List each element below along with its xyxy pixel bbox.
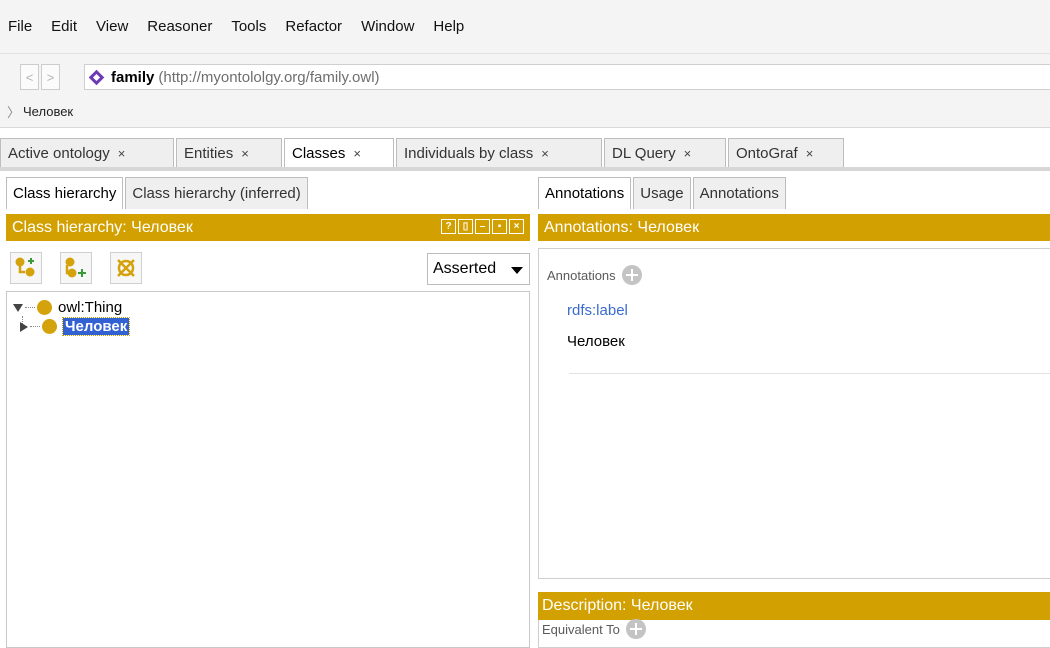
- divider: [569, 373, 1050, 374]
- menu-edit[interactable]: Edit: [51, 18, 77, 35]
- navigation-bar: < > family (http://myontololgy.org/famil…: [0, 54, 1050, 128]
- class-hierarchy-title: Class hierarchy: Человек ? ▯ – ▪ ×: [6, 214, 530, 241]
- chevron-down-icon: [511, 267, 523, 274]
- tab-dl-query[interactable]: DL Query ×: [604, 138, 726, 167]
- close-icon[interactable]: ×: [684, 146, 692, 161]
- float-view-icon[interactable]: ▪: [492, 219, 507, 234]
- tab-active-ontology[interactable]: Active ontology ×: [0, 138, 174, 167]
- tab-annotations-2[interactable]: Annotations: [692, 177, 786, 209]
- help-icon[interactable]: ?: [441, 219, 456, 234]
- chevron-right-icon: 〉: [7, 105, 21, 120]
- tab-label: DL Query: [612, 144, 676, 162]
- ontology-name: family: [111, 68, 155, 86]
- tab-individuals-by-class[interactable]: Individuals by class ×: [396, 138, 602, 167]
- menu-help[interactable]: Help: [433, 18, 464, 35]
- tree-node-chelovek[interactable]: Человек: [20, 317, 131, 336]
- workspace-tab-bar: Active ontology × Entities × Classes × Indi…: [0, 138, 1050, 171]
- class-hierarchy-panel: Class hierarchy Class hierarchy (inferre…: [6, 177, 530, 648]
- tab-classes[interactable]: Classes ×: [284, 138, 394, 167]
- delete-class-button[interactable]: [110, 252, 142, 284]
- back-button[interactable]: <: [20, 64, 39, 90]
- tab-label: Entities: [184, 144, 234, 162]
- tab-class-hierarchy-inferred[interactable]: Class hierarchy (inferred): [125, 177, 308, 209]
- tree-node-owl-thing[interactable]: owl:Thing: [13, 299, 122, 316]
- class-tree: owl:Thing Человек: [6, 291, 530, 648]
- menu-view[interactable]: View: [96, 18, 128, 35]
- add-annotation-icon[interactable]: [621, 265, 642, 285]
- description-title: Description: Человек: [538, 592, 1050, 620]
- tab-label: OntoGraf: [736, 144, 798, 162]
- menu-tools[interactable]: Tools: [231, 18, 266, 35]
- view-buttons: ? ▯ – ▪ ×: [439, 219, 524, 234]
- panel-title: Class hierarchy: Человек: [12, 218, 193, 236]
- add-sibling-class-button[interactable]: [60, 252, 92, 284]
- annotation-value[interactable]: Человек: [567, 333, 625, 350]
- menu-bar: File Edit View Reasoner Tools Refactor W…: [0, 0, 1050, 54]
- panel-title: Annotations: Человек: [544, 218, 700, 236]
- tab-annotations[interactable]: Annotations: [538, 177, 632, 209]
- tree-connector: [30, 326, 40, 327]
- close-icon[interactable]: ×: [118, 146, 126, 161]
- annotations-header: Annotations: [547, 265, 642, 285]
- add-equivalent-icon[interactable]: [625, 619, 646, 639]
- asserted-dropdown[interactable]: Asserted: [427, 253, 530, 285]
- close-view-icon[interactable]: ×: [509, 219, 524, 234]
- tab-label: Individuals by class: [404, 144, 534, 162]
- menu-file[interactable]: File: [8, 18, 32, 35]
- history-buttons: < >: [20, 64, 62, 90]
- dropdown-value: Asserted: [433, 260, 497, 277]
- breadcrumb-item[interactable]: Человек: [23, 104, 73, 119]
- expand-right-icon[interactable]: [20, 321, 28, 332]
- ontology-address[interactable]: family (http://myontololgy.org/family.ow…: [84, 64, 1050, 90]
- forward-button[interactable]: >: [41, 64, 60, 90]
- tab-usage[interactable]: Usage: [633, 177, 691, 209]
- left-subtabs: Class hierarchy Class hierarchy (inferre…: [6, 177, 310, 209]
- add-subclass-button[interactable]: [10, 252, 42, 284]
- panel-title: Description: Человек: [542, 597, 693, 614]
- breadcrumb: 〉 Человек: [7, 102, 73, 121]
- ontology-iri: (http://myontololgy.org/family.owl): [158, 68, 380, 86]
- menu-window[interactable]: Window: [361, 18, 414, 35]
- equivalent-to-header: Equivalent To: [542, 619, 646, 639]
- split-horizontal-icon[interactable]: –: [475, 219, 490, 234]
- ontology-icon: [88, 69, 105, 85]
- tree-connector: [25, 307, 35, 308]
- tree-node-label: owl:Thing: [58, 299, 123, 316]
- delete-class-icon: [117, 259, 135, 277]
- add-sibling-class-icon: [65, 257, 86, 278]
- class-icon: [42, 319, 57, 334]
- split-vertical-icon[interactable]: ▯: [458, 219, 473, 234]
- tab-label: Classes: [292, 144, 346, 162]
- close-icon[interactable]: ×: [241, 146, 249, 161]
- class-icon: [37, 300, 52, 315]
- close-icon[interactable]: ×: [353, 146, 361, 161]
- annotations-box: Annotations rdfs:label Человек: [538, 248, 1050, 579]
- expand-down-icon[interactable]: [13, 303, 23, 312]
- tree-node-label: Человек: [61, 317, 131, 336]
- add-subclass-icon: [15, 257, 35, 277]
- right-subtabs: Annotations Usage Annotations: [538, 177, 788, 209]
- close-icon[interactable]: ×: [806, 146, 814, 161]
- menu-reasoner[interactable]: Reasoner: [147, 18, 212, 35]
- tab-label: Active ontology: [8, 144, 110, 162]
- annotations-panel: Annotations Usage Annotations Annotation…: [538, 177, 1050, 648]
- annotations-title: Annotations: Человек: [538, 214, 1050, 241]
- annotations-label: Annotations: [547, 267, 616, 283]
- annotation-property[interactable]: rdfs:label: [567, 302, 628, 319]
- equivalent-to-label: Equivalent To: [542, 621, 620, 637]
- menu-refactor[interactable]: Refactor: [285, 18, 342, 35]
- tab-ontograf[interactable]: OntoGraf ×: [728, 138, 844, 167]
- close-icon[interactable]: ×: [541, 146, 549, 161]
- tab-class-hierarchy[interactable]: Class hierarchy: [6, 177, 124, 209]
- hierarchy-toolbar: Asserted: [6, 241, 530, 289]
- tab-entities[interactable]: Entities ×: [176, 138, 282, 167]
